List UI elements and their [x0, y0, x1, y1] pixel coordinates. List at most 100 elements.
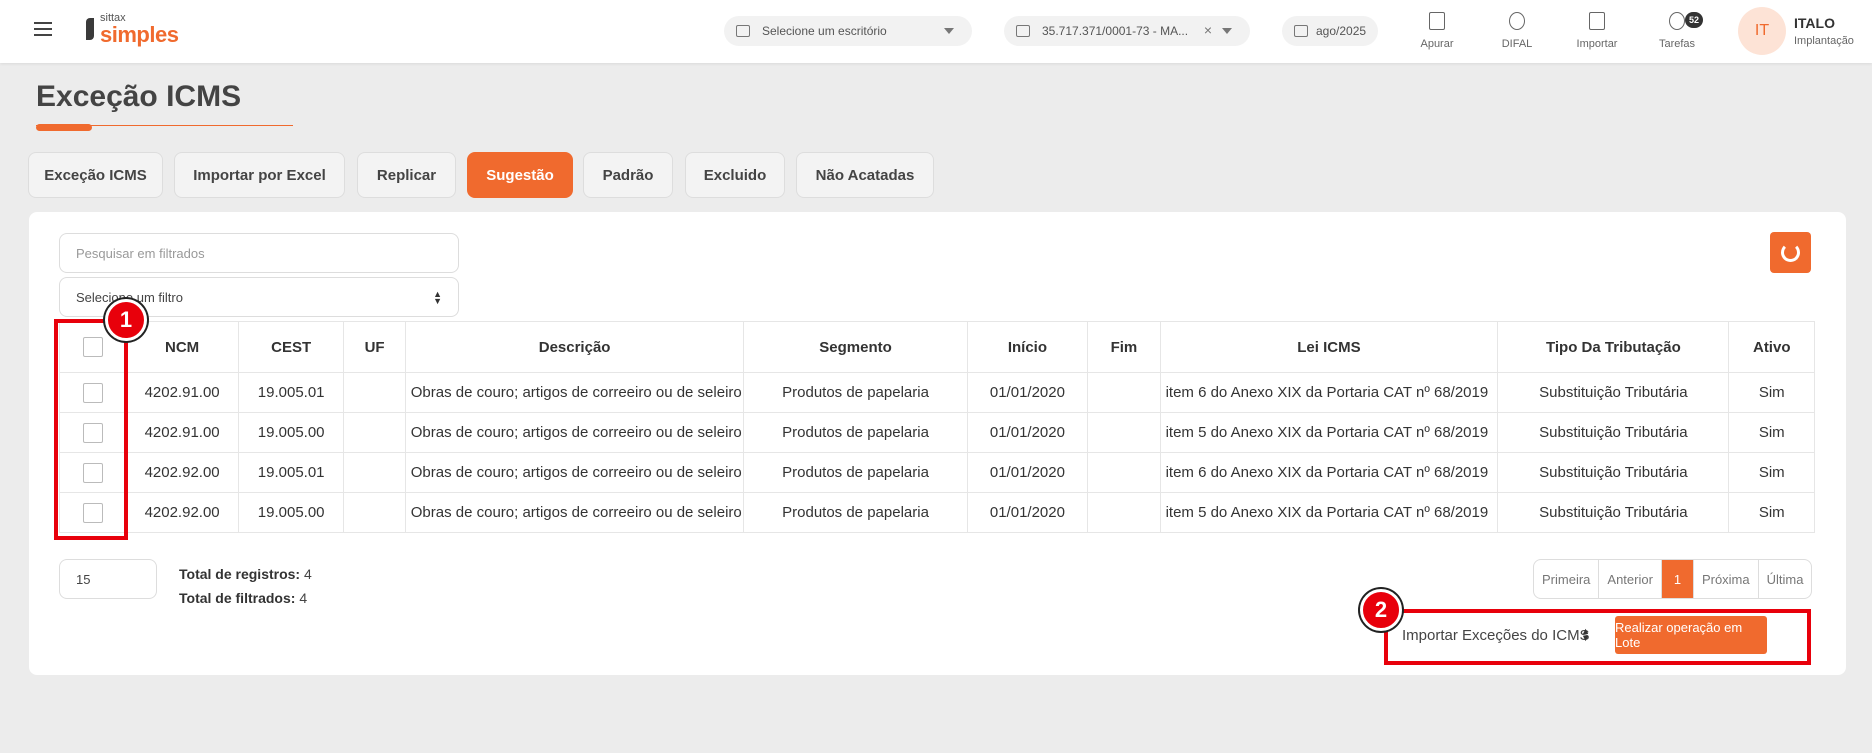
highlight-box-2 — [1384, 609, 1811, 665]
table-row[interactable]: 4202.92.00 19.005.01 Obras de couro; art… — [58, 452, 1815, 493]
column-header[interactable]: Lei ICMS — [1159, 321, 1499, 373]
annotation-marker-2: 2 — [1360, 589, 1402, 631]
tarefas-label: Tarefas — [1658, 38, 1696, 50]
apurar-label: Apurar — [1420, 38, 1454, 50]
ncm-cell: 4202.92.00 — [125, 492, 239, 533]
uf-cell — [343, 412, 406, 453]
pagination: Primeira Anterior 1 Próxima Última — [1533, 559, 1813, 599]
upload-file-icon — [1589, 12, 1605, 30]
percent-badge-icon — [1509, 12, 1525, 30]
page-title: Exceção ICMS — [36, 80, 242, 113]
table-row[interactable]: 4202.92.00 19.005.00 Obras de couro; art… — [58, 492, 1815, 533]
tab-replicar[interactable]: Replicar — [357, 152, 456, 198]
tab-nao-acatadas[interactable]: Não Acatadas — [796, 152, 934, 198]
active-cell: Sim — [1728, 492, 1815, 533]
apurar-button[interactable]: Apurar — [1407, 10, 1467, 50]
pager-previous[interactable]: Anterior — [1598, 560, 1661, 598]
office-select[interactable]: Selecione um escritório — [724, 16, 972, 46]
tab-sugestao[interactable]: Sugestão — [467, 152, 573, 198]
end-cell — [1087, 372, 1161, 413]
tax-type-cell: Substituição Tributária — [1497, 452, 1730, 493]
start-cell: 01/01/2020 — [966, 372, 1089, 413]
pager-last[interactable]: Última — [1757, 560, 1812, 598]
cest-cell: 19.005.01 — [237, 372, 345, 413]
column-header[interactable]: Descrição — [404, 321, 745, 373]
exceptions-table: NCM CEST UF Descrição Segmento Início Fi… — [58, 321, 1815, 533]
total-records-label: Total de registros: — [179, 566, 301, 582]
top-bar: sittax simples Selecione um escritório 3… — [0, 0, 1872, 63]
description-cell: Obras de couro; artigos de correeiro ou … — [404, 452, 745, 493]
total-filtered-label: Total de filtrados: — [179, 590, 296, 606]
uf-cell — [343, 492, 406, 533]
uf-cell — [343, 372, 406, 413]
column-header[interactable]: UF — [343, 321, 406, 373]
start-cell: 01/01/2020 — [966, 452, 1089, 493]
table-row[interactable]: 4202.91.00 19.005.01 Obras de couro; art… — [58, 372, 1815, 413]
tasks-badge: 52 — [1685, 12, 1703, 28]
calendar-icon — [1294, 25, 1308, 37]
pager-first[interactable]: Primeira — [1534, 560, 1598, 598]
description-cell: Obras de couro; artigos de correeiro ou … — [404, 372, 745, 413]
column-header[interactable]: Segmento — [743, 321, 968, 373]
active-cell: Sim — [1728, 452, 1815, 493]
refresh-button[interactable] — [1770, 232, 1811, 273]
tarefas-button[interactable]: 52 Tarefas — [1647, 10, 1707, 50]
column-header[interactable]: Início — [966, 321, 1089, 373]
column-header[interactable]: Fim — [1087, 321, 1161, 373]
sort-arrows-icon: ▲ ▼ — [433, 289, 442, 306]
segment-cell: Produtos de papelaria — [743, 372, 968, 413]
difal-button[interactable]: DIFAL — [1487, 10, 1547, 50]
description-cell: Obras de couro; artigos de correeiro ou … — [404, 492, 745, 533]
pager-next[interactable]: Próxima — [1692, 560, 1758, 598]
clear-icon[interactable]: × — [1204, 22, 1212, 38]
briefcase-icon — [736, 25, 750, 37]
logo-text: simples — [100, 22, 179, 47]
lei-icms-cell: item 6 do Anexo XIX da Portaria CAT nº 6… — [1159, 452, 1499, 493]
uf-cell — [343, 452, 406, 493]
start-cell: 01/01/2020 — [966, 412, 1089, 453]
tab-excluido[interactable]: Excluido — [685, 152, 785, 198]
chevron-down-icon — [1222, 28, 1232, 34]
ncm-cell: 4202.91.00 — [125, 412, 239, 453]
avatar[interactable]: IT — [1738, 7, 1786, 55]
active-cell: Sim — [1728, 412, 1815, 453]
menu-icon[interactable] — [34, 22, 52, 36]
table-row[interactable]: 4202.91.00 19.005.00 Obras de couro; art… — [58, 412, 1815, 453]
building-icon — [1016, 25, 1030, 37]
period-select[interactable]: ago/2025 — [1282, 16, 1378, 46]
table-header-row: NCM CEST UF Descrição Segmento Início Fi… — [58, 321, 1815, 373]
importar-label: Importar — [1576, 38, 1618, 50]
highlight-box-1 — [54, 319, 128, 540]
tax-type-cell: Substituição Tributária — [1497, 412, 1730, 453]
end-cell — [1087, 492, 1161, 533]
tab-importar-excel[interactable]: Importar por Excel — [174, 152, 345, 198]
title-underline-accent — [36, 124, 92, 131]
lei-icms-cell: item 6 do Anexo XIX da Portaria CAT nº 6… — [1159, 372, 1499, 413]
calculator-icon — [1429, 12, 1445, 30]
user-name[interactable]: ITALO — [1794, 15, 1835, 31]
description-cell: Obras de couro; artigos de correeiro ou … — [404, 412, 745, 453]
tab-excecao-icms[interactable]: Exceção ICMS — [28, 152, 163, 198]
column-header[interactable]: CEST — [237, 321, 345, 373]
lei-icms-cell: item 5 do Anexo XIX da Portaria CAT nº 6… — [1159, 412, 1499, 453]
cest-cell: 19.005.00 — [237, 412, 345, 453]
column-header[interactable]: Tipo Da Tributação — [1497, 321, 1730, 373]
end-cell — [1087, 452, 1161, 493]
content-card: Pesquisar em filtrados Selecione um filt… — [29, 212, 1846, 675]
ncm-cell: 4202.91.00 — [125, 372, 239, 413]
total-records-value: 4 — [303, 566, 312, 582]
column-header[interactable]: Ativo — [1728, 321, 1815, 373]
segment-cell: Produtos de papelaria — [743, 492, 968, 533]
pager-current-page[interactable]: 1 — [1660, 560, 1693, 598]
search-input[interactable]: Pesquisar em filtrados — [59, 233, 459, 273]
page-size-input[interactable]: 15 — [59, 559, 157, 599]
refresh-icon — [1781, 243, 1800, 262]
tab-padrao[interactable]: Padrão — [583, 152, 673, 198]
ncm-cell: 4202.92.00 — [125, 452, 239, 493]
end-cell — [1087, 412, 1161, 453]
segment-cell: Produtos de papelaria — [743, 452, 968, 493]
company-select[interactable]: 35.717.371/0001-73 - MA... × — [1004, 16, 1250, 46]
cest-cell: 19.005.01 — [237, 452, 345, 493]
importar-button[interactable]: Importar — [1567, 10, 1627, 50]
company-select-label: 35.717.371/0001-73 - MA... — [1042, 24, 1189, 38]
